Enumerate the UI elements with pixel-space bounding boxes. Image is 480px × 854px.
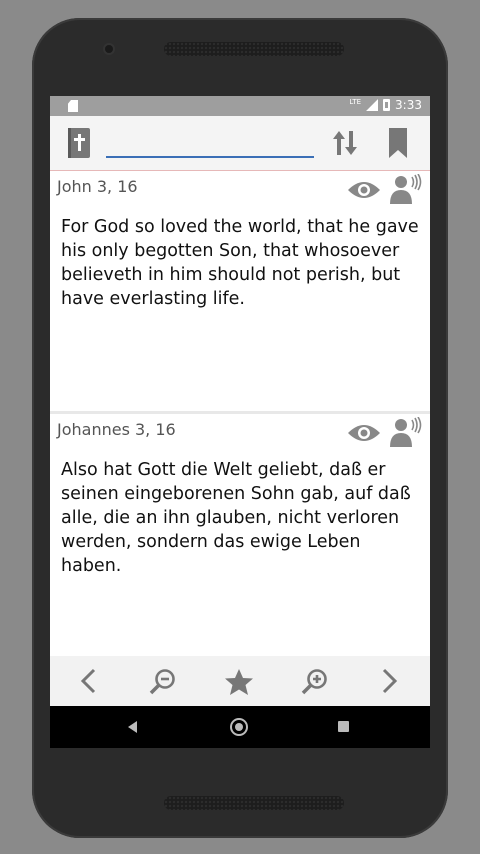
verse-panel-english: John 3, 16 For God so loved the world, t… (50, 171, 430, 411)
toolbar (50, 116, 430, 171)
sd-card-icon (68, 100, 78, 112)
phone-frame: LTE 3:33 John 3, 16 For God so loved the… (32, 18, 448, 838)
status-bar: LTE 3:33 (50, 96, 430, 116)
verse-text: For God so loved the world, that he gave… (61, 217, 419, 309)
network-type: LTE (349, 98, 362, 106)
app-screen: LTE 3:33 John 3, 16 For God so loved the… (50, 96, 430, 748)
sort-icon[interactable] (332, 128, 358, 158)
recents-icon[interactable] (338, 721, 349, 732)
verse-reference: John 3, 16 (57, 177, 138, 196)
top-speaker (164, 42, 344, 56)
home-icon[interactable] (230, 718, 248, 736)
bible-icon[interactable] (68, 128, 90, 158)
zoom-out-icon[interactable] (149, 668, 177, 696)
eye-icon[interactable] (347, 423, 381, 443)
chevron-left-icon[interactable] (78, 668, 98, 694)
search-input[interactable] (106, 128, 314, 158)
verse-reference: Johannes 3, 16 (57, 420, 176, 439)
verse-text: Also hat Gott die Welt geliebt, daß er s… (61, 460, 411, 576)
bottom-bar (50, 656, 430, 706)
chevron-right-icon[interactable] (380, 668, 400, 694)
back-icon[interactable] (128, 721, 137, 733)
clock: 3:33 (395, 98, 422, 112)
star-icon[interactable] (224, 668, 254, 696)
zoom-in-icon[interactable] (301, 668, 329, 696)
speak-icon[interactable] (390, 174, 422, 204)
signal-icon (366, 99, 379, 111)
bookmark-icon[interactable] (389, 128, 407, 158)
speak-icon[interactable] (390, 417, 422, 447)
battery-icon (383, 99, 391, 111)
front-camera (105, 45, 113, 53)
system-nav-bar (50, 706, 430, 748)
eye-icon[interactable] (347, 180, 381, 200)
verse-panel-german: Johannes 3, 16 Also hat Gott die Welt ge… (50, 414, 430, 656)
bottom-speaker (164, 796, 344, 810)
